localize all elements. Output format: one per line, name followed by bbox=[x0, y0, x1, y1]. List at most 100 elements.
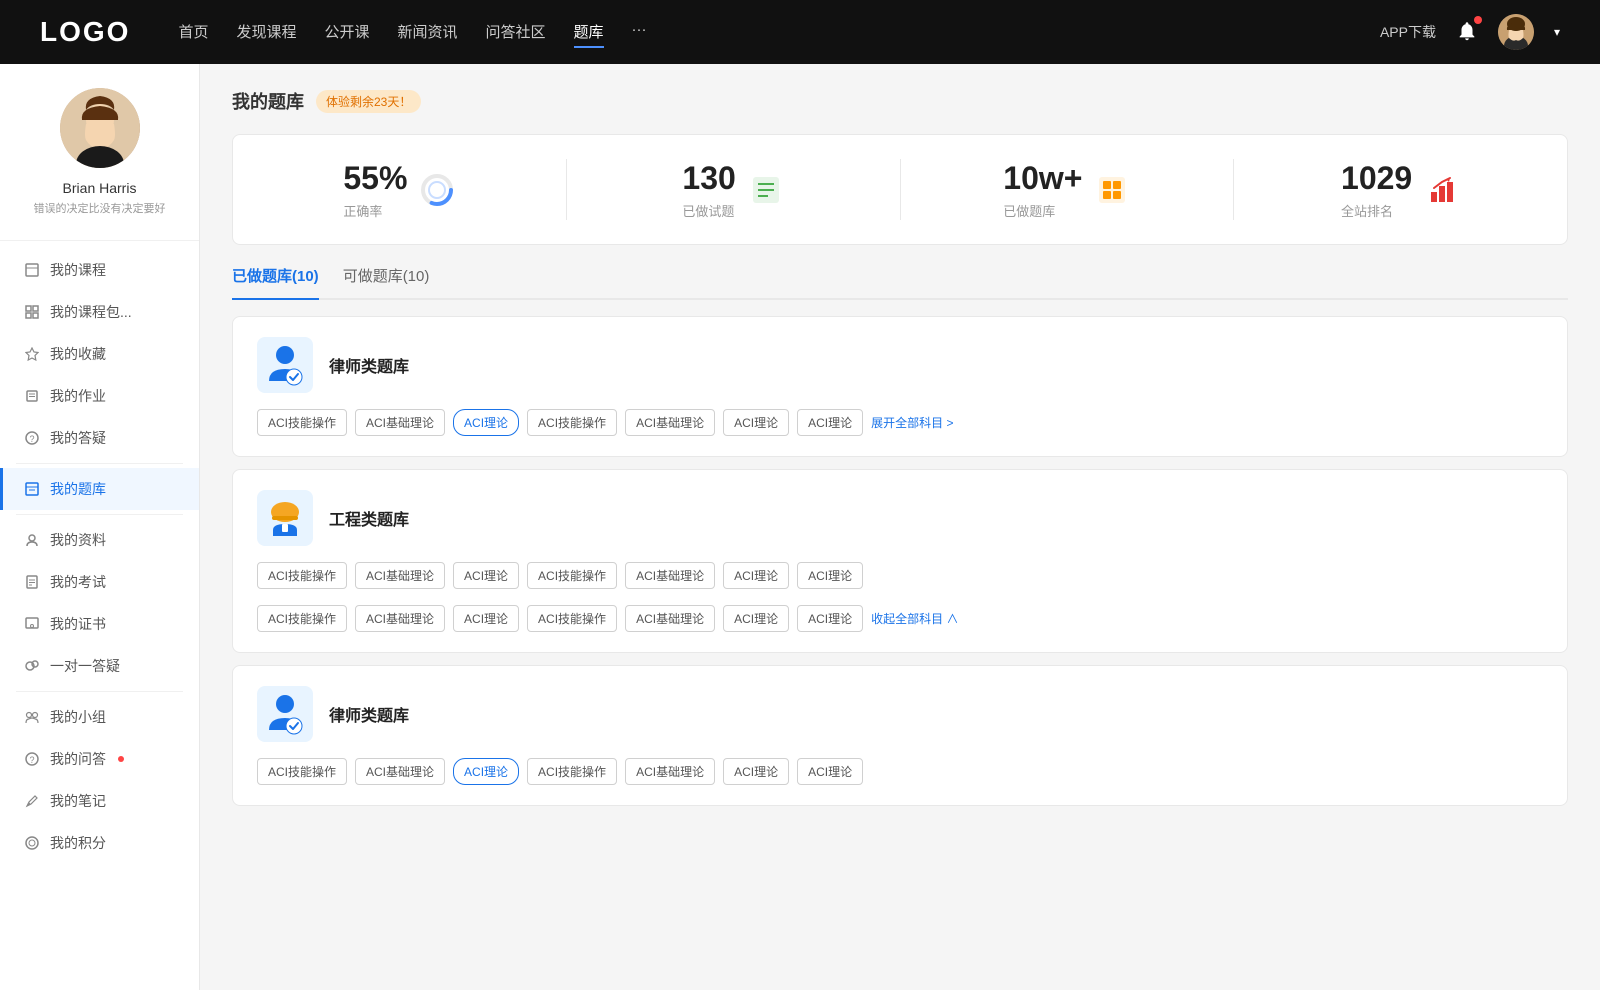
navbar-logo: LOGO bbox=[40, 16, 130, 48]
sidebar-slogan: 错误的决定比没有决定要好 bbox=[34, 200, 166, 216]
tag-1-5[interactable]: ACI理论 bbox=[723, 409, 789, 436]
tag-3-2[interactable]: ACI理论 bbox=[453, 758, 519, 785]
trial-badge: 体验剩余23天！ bbox=[316, 90, 421, 113]
my-profile-label: 我的资料 bbox=[50, 530, 106, 550]
stat-accuracy: 55% 正确率 bbox=[233, 159, 567, 220]
sidebar-item-my-profile[interactable]: 我的资料 bbox=[0, 519, 199, 561]
stat-global-rank-icon bbox=[1424, 172, 1460, 208]
tag-2-2[interactable]: ACI理论 bbox=[453, 562, 519, 589]
collapse-link-2[interactable]: 收起全部科目 ∧ bbox=[871, 610, 958, 627]
notification-bell[interactable] bbox=[1456, 20, 1478, 45]
sidebar-item-my-qna[interactable]: ? 我的问答 bbox=[0, 738, 199, 780]
my-exam-label: 我的考试 bbox=[50, 572, 106, 592]
tag-2-r2-5[interactable]: ACI理论 bbox=[723, 605, 789, 632]
tag-2-0[interactable]: ACI技能操作 bbox=[257, 562, 347, 589]
tag-2-4[interactable]: ACI基础理论 bbox=[625, 562, 715, 589]
my-course-icon bbox=[24, 262, 40, 278]
sidebar-item-my-notes[interactable]: 我的笔记 bbox=[0, 780, 199, 822]
bank-card-lawyer-1: 律师类题库 ACI技能操作 ACI基础理论 ACI理论 ACI技能操作 ACI基… bbox=[232, 316, 1568, 457]
nav-bank[interactable]: 题库 bbox=[574, 17, 604, 48]
nav-discover[interactable]: 发现课程 bbox=[236, 17, 296, 48]
my-bank-label: 我的题库 bbox=[50, 479, 106, 499]
sidebar-item-my-qa[interactable]: ? 我的答疑 bbox=[0, 417, 199, 459]
sidebar-item-one-on-one[interactable]: 一对一答疑 bbox=[0, 645, 199, 687]
tag-3-0[interactable]: ACI技能操作 bbox=[257, 758, 347, 785]
my-qna-icon: ? bbox=[24, 751, 40, 767]
stat-global-rank: 1029 全站排名 bbox=[1234, 159, 1567, 220]
qna-notification-dot bbox=[118, 756, 124, 762]
my-bank-icon bbox=[24, 481, 40, 497]
my-qa-icon: ? bbox=[24, 430, 40, 446]
bank-name-3: 律师类题库 bbox=[329, 702, 409, 726]
stat-done-questions: 130 已做试题 bbox=[567, 159, 901, 220]
nav-home[interactable]: 首页 bbox=[178, 17, 208, 48]
bank-card-header-2: 工程类题库 bbox=[257, 490, 1543, 546]
nav-more[interactable]: ··· bbox=[632, 17, 647, 48]
sidebar-item-my-homework[interactable]: 我的作业 bbox=[0, 375, 199, 417]
bank-list: 律师类题库 ACI技能操作 ACI基础理论 ACI理论 ACI技能操作 ACI基… bbox=[232, 316, 1568, 806]
bank-icon-lawyer-1 bbox=[257, 337, 313, 393]
nav-news[interactable]: 新闻资讯 bbox=[398, 17, 458, 48]
tab-bar: 已做题库(10) 可做题库(10) bbox=[232, 265, 1568, 300]
one-on-one-icon bbox=[24, 658, 40, 674]
stat-accuracy-value: 55% bbox=[343, 159, 407, 197]
my-points-icon bbox=[24, 835, 40, 851]
bank-tags-2: ACI技能操作 ACI基础理论 ACI理论 ACI技能操作 ACI基础理论 AC… bbox=[257, 562, 1543, 632]
tag-2-6[interactable]: ACI理论 bbox=[797, 562, 863, 589]
nav-qa[interactable]: 问答社区 bbox=[486, 17, 546, 48]
sidebar-profile: Brian Harris 错误的决定比没有决定要好 bbox=[0, 88, 199, 241]
sidebar-item-my-course[interactable]: 我的课程 bbox=[0, 249, 199, 291]
tag-2-5[interactable]: ACI理论 bbox=[723, 562, 789, 589]
tag-2-r2-4[interactable]: ACI基础理论 bbox=[625, 605, 715, 632]
my-homework-label: 我的作业 bbox=[50, 386, 106, 406]
tag-2-r2-0[interactable]: ACI技能操作 bbox=[257, 605, 347, 632]
navbar-links: 首页 发现课程 公开课 新闻资讯 问答社区 题库 ··· bbox=[178, 17, 1348, 48]
tag-2-1[interactable]: ACI基础理论 bbox=[355, 562, 445, 589]
my-exam-icon bbox=[24, 574, 40, 590]
tag-2-r2-2[interactable]: ACI理论 bbox=[453, 605, 519, 632]
tag-1-3[interactable]: ACI技能操作 bbox=[527, 409, 617, 436]
one-on-one-label: 一对一答疑 bbox=[50, 656, 120, 676]
tag-1-1[interactable]: ACI基础理论 bbox=[355, 409, 445, 436]
sidebar-item-my-group[interactable]: 我的小组 bbox=[0, 696, 199, 738]
stat-done-questions-icon bbox=[748, 172, 784, 208]
tag-3-6[interactable]: ACI理论 bbox=[797, 758, 863, 785]
tag-2-r2-1[interactable]: ACI基础理论 bbox=[355, 605, 445, 632]
user-dropdown-button[interactable]: ▾ bbox=[1554, 25, 1560, 39]
my-homework-icon bbox=[24, 388, 40, 404]
sidebar-item-my-bank[interactable]: 我的题库 bbox=[0, 468, 199, 510]
user-avatar[interactable] bbox=[1498, 14, 1534, 50]
my-cert-label: 我的证书 bbox=[50, 614, 106, 634]
tag-2-r2-3[interactable]: ACI技能操作 bbox=[527, 605, 617, 632]
tag-1-6[interactable]: ACI理论 bbox=[797, 409, 863, 436]
notification-badge bbox=[1474, 16, 1482, 24]
sidebar-item-my-cert[interactable]: 我的证书 bbox=[0, 603, 199, 645]
tag-1-4[interactable]: ACI基础理论 bbox=[625, 409, 715, 436]
sidebar-divider-3 bbox=[16, 691, 183, 692]
sidebar-item-my-points[interactable]: 我的积分 bbox=[0, 822, 199, 864]
my-cert-icon bbox=[24, 616, 40, 632]
sidebar-item-my-package[interactable]: 我的课程包... bbox=[0, 291, 199, 333]
stat-done-banks: 10w+ 已做题库 bbox=[901, 159, 1235, 220]
bank-icon-engineer bbox=[257, 490, 313, 546]
avatar-image bbox=[1498, 14, 1534, 50]
nav-open-course[interactable]: 公开课 bbox=[324, 17, 369, 48]
tag-2-3[interactable]: ACI技能操作 bbox=[527, 562, 617, 589]
tag-1-0[interactable]: ACI技能操作 bbox=[257, 409, 347, 436]
tab-available[interactable]: 可做题库(10) bbox=[343, 265, 430, 300]
stat-accuracy-label: 正确率 bbox=[343, 201, 407, 220]
tag-3-1[interactable]: ACI基础理论 bbox=[355, 758, 445, 785]
tag-2-r2-6[interactable]: ACI理论 bbox=[797, 605, 863, 632]
tag-1-2[interactable]: ACI理论 bbox=[453, 409, 519, 436]
tag-3-5[interactable]: ACI理论 bbox=[723, 758, 789, 785]
sidebar-item-my-exam[interactable]: 我的考试 bbox=[0, 561, 199, 603]
app-download-button[interactable]: APP下载 bbox=[1380, 22, 1436, 42]
tab-done[interactable]: 已做题库(10) bbox=[232, 265, 319, 300]
tag-3-3[interactable]: ACI技能操作 bbox=[527, 758, 617, 785]
sidebar-item-my-favorite[interactable]: 我的收藏 bbox=[0, 333, 199, 375]
sidebar-username: Brian Harris bbox=[63, 180, 137, 196]
bank-tags-1: ACI技能操作 ACI基础理论 ACI理论 ACI技能操作 ACI基础理论 AC… bbox=[257, 409, 1543, 436]
tag-3-4[interactable]: ACI基础理论 bbox=[625, 758, 715, 785]
expand-link-1[interactable]: 展开全部科目 > bbox=[871, 414, 953, 431]
stat-done-questions-value: 130 bbox=[682, 159, 735, 197]
